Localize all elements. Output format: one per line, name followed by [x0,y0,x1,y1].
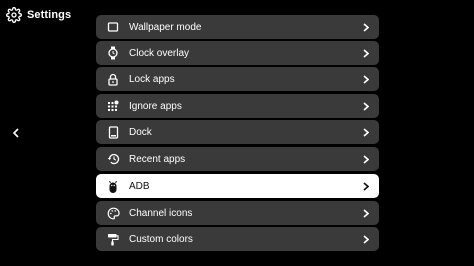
menu-item-label: Clock overlay [129,47,190,59]
chevron-right-icon [361,74,371,84]
menu-item-label: Custom colors [129,233,193,245]
menu-item-clock-overlay[interactable]: Clock overlay [96,41,379,65]
app-header: Settings [6,5,71,25]
gear-icon [6,7,22,23]
chevron-right-icon [361,127,371,137]
menu-item-wallpaper-mode[interactable]: Wallpaper mode [96,15,379,39]
menu-item-dock[interactable]: Dock [96,120,379,144]
chevron-right-icon [361,22,371,32]
menu-item-channel-icons[interactable]: Channel icons [96,201,379,225]
chevron-right-icon [361,181,371,191]
watch-icon [106,46,120,60]
menu-item-label: ADB [129,180,150,192]
chevron-right-icon [361,208,371,218]
chevron-right-icon [361,154,371,164]
page-title: Settings [27,9,72,21]
apps-grid-icon [106,99,120,113]
history-icon [106,152,120,166]
settings-list: Wallpaper mode Clock overlay Lock apps I… [96,0,379,266]
chevron-right-icon [361,101,371,111]
menu-item-label: Recent apps [129,153,186,165]
paint-roller-icon [106,232,120,246]
menu-item-custom-colors[interactable]: Custom colors [96,227,379,251]
lock-icon [106,72,120,86]
menu-item-label: Lock apps [129,73,175,85]
menu-item-adb[interactable]: ADB [96,174,379,198]
menu-item-label: Dock [129,126,152,138]
menu-item-lock-apps[interactable]: Lock apps [96,67,379,91]
menu-item-ignore-apps[interactable]: Ignore apps [96,94,379,118]
palette-icon [106,206,120,220]
menu-item-label: Wallpaper mode [129,21,202,33]
menu-item-label: Ignore apps [129,100,182,112]
wallpaper-icon [106,20,120,34]
adb-icon [106,179,120,193]
chevron-right-icon [361,48,371,58]
menu-item-label: Channel icons [129,207,193,219]
dock-icon [106,125,120,139]
chevron-left-icon[interactable] [10,126,22,140]
menu-item-recent-apps[interactable]: Recent apps [96,147,379,171]
chevron-right-icon [361,234,371,244]
